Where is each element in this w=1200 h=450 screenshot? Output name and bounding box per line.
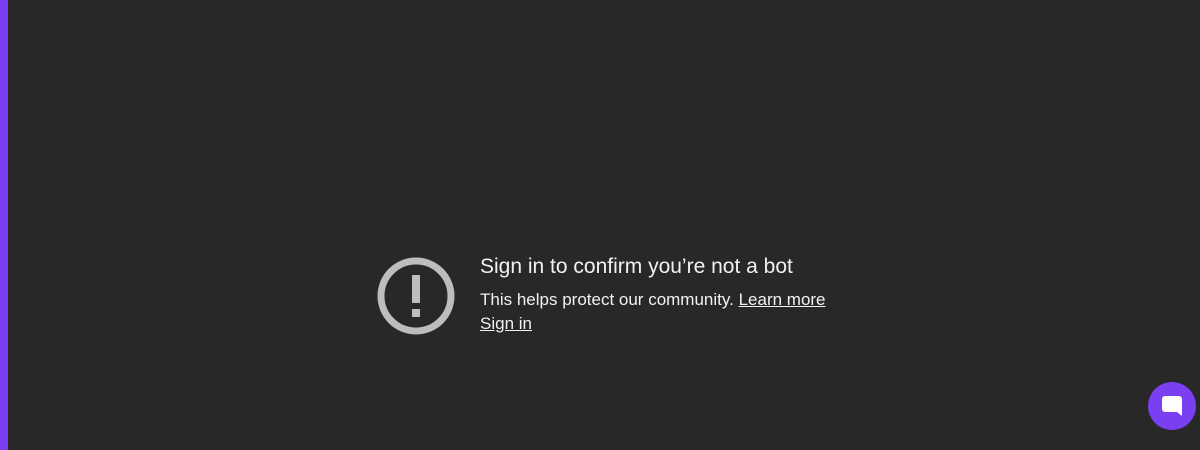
notice-description: This helps protect our community. bbox=[480, 290, 734, 309]
alert-circle-icon bbox=[377, 257, 455, 335]
sign-in-line: Sign in bbox=[480, 312, 826, 336]
learn-more-link[interactable]: Learn more bbox=[739, 290, 826, 309]
chat-bubble-icon bbox=[1162, 396, 1182, 416]
page: Sign in to confirm you’re not a bot This… bbox=[0, 0, 1200, 450]
left-accent-bar bbox=[0, 0, 8, 450]
chat-widget-button[interactable] bbox=[1148, 382, 1196, 430]
notice-description-line: This helps protect our community. Learn … bbox=[480, 288, 826, 312]
sign-in-link[interactable]: Sign in bbox=[480, 314, 532, 333]
bot-check-message: Sign in to confirm you’re not a bot This… bbox=[376, 254, 826, 336]
notice-title: Sign in to confirm you’re not a bot bbox=[480, 255, 793, 278]
message-text: Sign in to confirm you’re not a bot This… bbox=[480, 254, 826, 336]
